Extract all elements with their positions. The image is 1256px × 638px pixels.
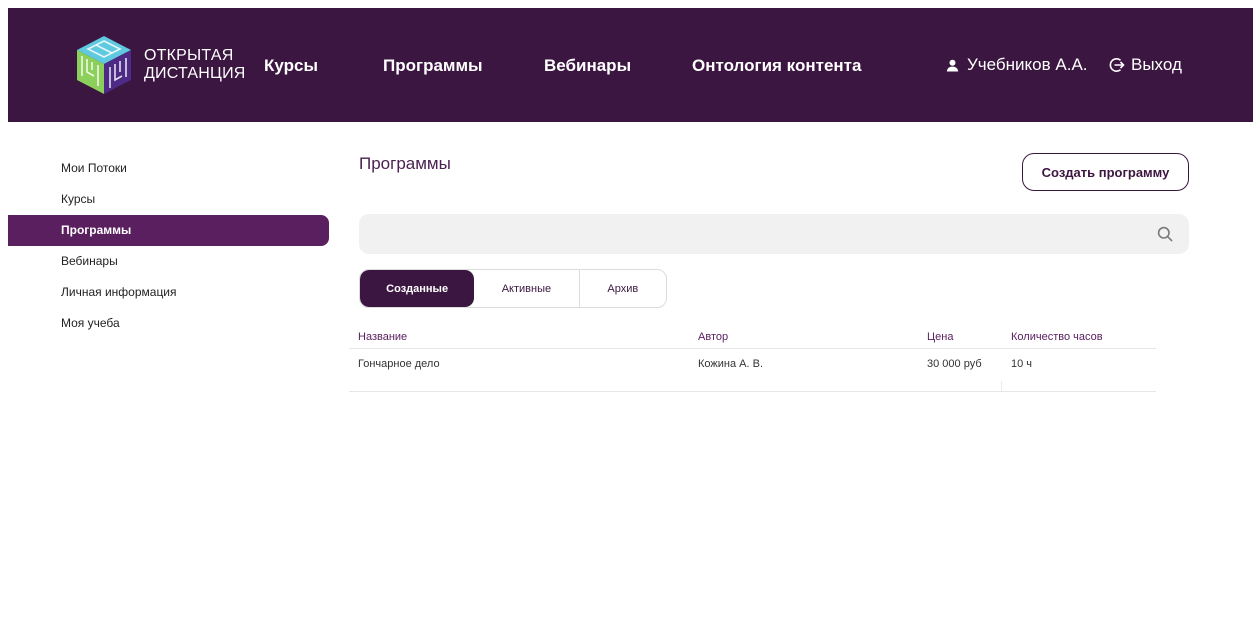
nav-programs[interactable]: Программы bbox=[383, 56, 483, 76]
logo-cube-icon bbox=[77, 36, 131, 94]
sidebar-item-courses[interactable]: Курсы bbox=[8, 184, 329, 215]
search-input[interactable] bbox=[359, 214, 1145, 254]
column-header-price[interactable]: Цена bbox=[927, 326, 953, 348]
logo-text: ОТКРЫТАЯ ДИСТАНЦИЯ bbox=[144, 47, 246, 83]
logout-label: Выход bbox=[1131, 55, 1182, 74]
column-header-author[interactable]: Автор bbox=[698, 326, 728, 348]
nav-webinars[interactable]: Вебинары bbox=[544, 56, 631, 76]
tab-archive[interactable]: Архив bbox=[580, 270, 666, 307]
program-tabs: Созданные Активные Архив bbox=[359, 269, 667, 308]
sidebar-item-my-streams[interactable]: Мои Потоки bbox=[8, 153, 329, 184]
cell-divider bbox=[1001, 381, 1002, 391]
cell-price: 30 000 руб bbox=[927, 358, 982, 370]
nav-content-ontology[interactable]: Онтология контента bbox=[692, 56, 861, 76]
create-program-button[interactable]: Создать программу bbox=[1022, 153, 1189, 191]
column-header-name[interactable]: Название bbox=[358, 326, 407, 348]
user-name: Учебников А.А. bbox=[967, 55, 1088, 74]
table-row[interactable]: Гончарное дело Кожина А. В. 30 000 руб 1… bbox=[349, 349, 1156, 392]
search-bar bbox=[359, 214, 1189, 254]
tab-created[interactable]: Созданные bbox=[360, 270, 475, 307]
cell-hours: 10 ч bbox=[1011, 358, 1033, 370]
top-header: ОТКРЫТАЯ ДИСТАНЦИЯ Курсы Программы Вебин… bbox=[8, 8, 1253, 122]
logout-button[interactable]: Выход bbox=[1109, 55, 1182, 75]
tab-active[interactable]: Активные bbox=[474, 270, 580, 307]
logo-text-line1: ОТКРЫТАЯ bbox=[144, 47, 234, 64]
cell-program-name[interactable]: Гончарное дело bbox=[358, 349, 440, 379]
sidebar-item-personal-info[interactable]: Личная информация bbox=[8, 277, 329, 308]
page-title: Программы bbox=[359, 154, 451, 173]
search-icon[interactable] bbox=[1145, 214, 1185, 254]
logo-text-line2: ДИСТАНЦИЯ bbox=[144, 65, 246, 82]
cell-author: Кожина А. В. bbox=[698, 358, 763, 370]
sidebar-item-my-studies[interactable]: Моя учеба bbox=[8, 308, 329, 339]
user-icon bbox=[946, 59, 959, 71]
sidebar-item-programs[interactable]: Программы bbox=[8, 215, 329, 246]
column-header-hours[interactable]: Количество часов bbox=[1011, 326, 1103, 348]
page: ОТКРЫТАЯ ДИСТАНЦИЯ Курсы Программы Вебин… bbox=[0, 0, 1256, 638]
user-profile-link[interactable]: Учебников А.А. bbox=[946, 55, 1088, 75]
logo[interactable]: ОТКРЫТАЯ ДИСТАНЦИЯ bbox=[74, 32, 246, 98]
logout-icon bbox=[1109, 58, 1125, 72]
table-header-row: Название Автор Цена Количество часов bbox=[349, 326, 1156, 349]
nav-courses[interactable]: Курсы bbox=[264, 56, 318, 76]
sidebar: Мои Потоки Курсы Программы Вебинары Личн… bbox=[8, 153, 329, 339]
sidebar-item-webinars[interactable]: Вебинары bbox=[8, 246, 329, 277]
programs-table: Название Автор Цена Количество часов Гон… bbox=[349, 326, 1156, 392]
